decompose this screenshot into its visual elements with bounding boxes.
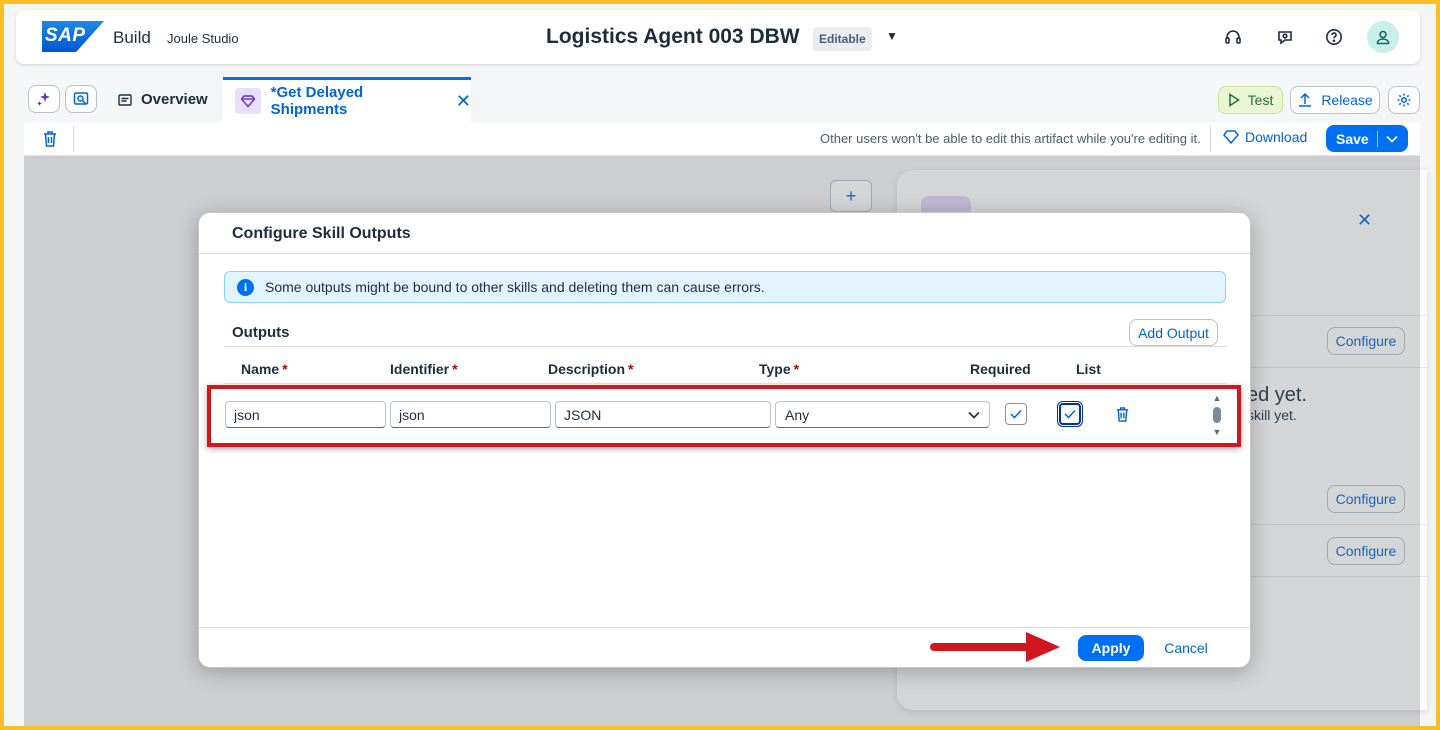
column-header-name: Name *: [241, 361, 288, 377]
tab-bar: Overview *Get Delayed Shipments ✕ Test R…: [24, 76, 1424, 122]
skill-diamond-icon: [235, 88, 261, 114]
dialog-footer-divider: [199, 627, 1250, 628]
dialog-header-divider: [199, 253, 1250, 254]
table-top-divider: [224, 346, 1226, 347]
test-button[interactable]: Test: [1218, 86, 1283, 114]
project-title: Logistics Agent 003 DBW: [546, 25, 800, 48]
required-marker: *: [282, 361, 288, 377]
row-highlight-annotation: [207, 385, 1241, 447]
column-header-type: Type *: [759, 361, 799, 377]
column-type-label: Type: [759, 361, 791, 377]
build-label: Build: [113, 28, 151, 47]
required-marker: *: [793, 361, 800, 377]
column-header-description: Description *: [548, 361, 633, 377]
save-button[interactable]: Save: [1326, 125, 1408, 152]
tab-overview-label: Overview: [141, 91, 208, 108]
tab-get-delayed-shipments[interactable]: *Get Delayed Shipments ✕: [223, 77, 471, 122]
headset-icon[interactable]: [1222, 26, 1244, 48]
project-menu-caret-icon[interactable]: ▼: [886, 29, 898, 43]
download-label: Download: [1245, 129, 1308, 145]
apply-button[interactable]: Apply: [1078, 635, 1144, 661]
play-icon: [1228, 93, 1240, 107]
column-header-list: List: [1076, 361, 1101, 377]
delete-icon[interactable]: [40, 129, 60, 149]
settings-button[interactable]: [1388, 86, 1420, 114]
joule-ai-button[interactable]: [28, 85, 60, 113]
info-message-text: Some outputs might be bound to other ski…: [265, 279, 765, 295]
red-arrow-annotation-icon: [930, 632, 1060, 662]
toolbar-separator: [73, 126, 74, 152]
upload-icon: [1299, 92, 1312, 107]
info-icon: i: [237, 278, 254, 296]
gear-icon: [1397, 93, 1411, 107]
configure-skill-outputs-dialog: Configure Skill Outputs i Some outputs m…: [198, 212, 1251, 668]
download-button[interactable]: Download: [1223, 129, 1307, 145]
edit-lock-message: Other users won't be able to edit this a…: [820, 131, 1201, 146]
release-label: Release: [1321, 92, 1373, 108]
column-description-label: Description: [548, 361, 626, 377]
search-icon: [73, 92, 89, 105]
save-label: Save: [1336, 130, 1369, 147]
column-header-required: Required: [970, 361, 1031, 377]
column-header-identifier: Identifier *: [390, 361, 458, 377]
required-marker: *: [628, 361, 634, 377]
table-header-divider: [224, 383, 1226, 384]
column-name-label: Name: [241, 361, 280, 377]
document-icon: [118, 93, 132, 106]
editor-toolbar: Other users won't be able to edit this a…: [24, 122, 1420, 156]
info-message-strip: i Some outputs might be bound to other s…: [224, 271, 1226, 303]
add-output-button[interactable]: Add Output: [1129, 319, 1218, 346]
editable-badge: Editable: [813, 27, 872, 51]
dialog-title: Configure Skill Outputs: [232, 225, 411, 242]
chevron-down-icon[interactable]: [1386, 135, 1398, 143]
column-identifier-label: Identifier: [390, 361, 450, 377]
tab-overview[interactable]: Overview: [118, 91, 208, 108]
product-label: Joule Studio: [167, 31, 239, 46]
test-label: Test: [1247, 92, 1274, 108]
sparkle-icon: [37, 92, 50, 106]
outputs-section-label: Outputs: [232, 324, 290, 341]
close-tab-icon[interactable]: ✕: [456, 91, 471, 112]
search-explorer-button[interactable]: [65, 85, 97, 113]
shell-bar: SAP Build Joule Studio Logistics Agent 0…: [16, 10, 1420, 64]
tab-active-label: *Get Delayed Shipments: [270, 84, 364, 118]
diamond-icon: [1223, 130, 1239, 145]
required-marker: *: [452, 361, 458, 377]
release-button[interactable]: Release: [1290, 86, 1380, 114]
cancel-button[interactable]: Cancel: [1157, 635, 1215, 661]
feedback-chat-icon[interactable]: [1274, 26, 1296, 48]
toolbar-separator: [1210, 126, 1211, 152]
help-icon[interactable]: [1323, 26, 1345, 48]
save-split-divider: [1376, 130, 1378, 147]
user-avatar[interactable]: [1367, 21, 1399, 53]
sap-logo[interactable]: SAP: [42, 21, 104, 52]
